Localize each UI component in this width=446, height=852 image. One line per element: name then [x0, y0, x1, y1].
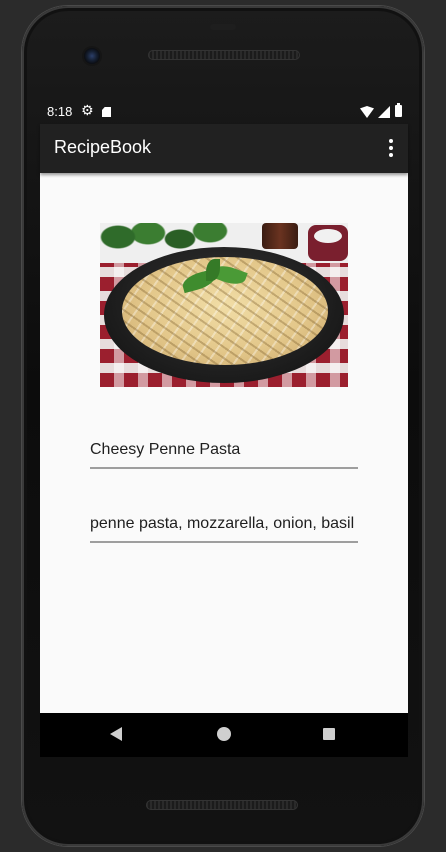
- app-title: RecipeBook: [54, 137, 152, 157]
- earpiece-notch: [210, 24, 236, 30]
- app-bar: RecipeBook: [40, 124, 408, 173]
- pepper-jar: [262, 223, 298, 249]
- recipe-name-field[interactable]: Cheesy Penne Pasta: [90, 441, 358, 469]
- recents-icon[interactable]: [323, 728, 335, 740]
- battery-icon: [395, 103, 402, 117]
- status-time: 8:18: [47, 104, 73, 119]
- back-icon[interactable]: [110, 727, 122, 741]
- sd-card-icon: [102, 107, 111, 117]
- front-camera: [84, 48, 100, 64]
- recipe-image[interactable]: [100, 223, 348, 387]
- ingredients-field[interactable]: penne pasta, mozzarella, onion, basil: [90, 515, 358, 543]
- bottom-speaker: [146, 800, 298, 810]
- cheese-bowl: [308, 225, 348, 261]
- basil-leaves: [180, 259, 252, 299]
- status-bar: 8:18 ⚙: [40, 100, 408, 124]
- more-vert-icon[interactable]: [388, 139, 394, 159]
- navigation-bar: [40, 713, 408, 757]
- signal-icon: [378, 106, 390, 118]
- main-content: Cheesy Penne Pasta penne pasta, mozzarel…: [40, 173, 408, 713]
- home-icon[interactable]: [217, 727, 231, 741]
- wifi-icon: [360, 106, 374, 118]
- top-speaker: [148, 50, 300, 60]
- gear-icon: ⚙: [81, 102, 94, 118]
